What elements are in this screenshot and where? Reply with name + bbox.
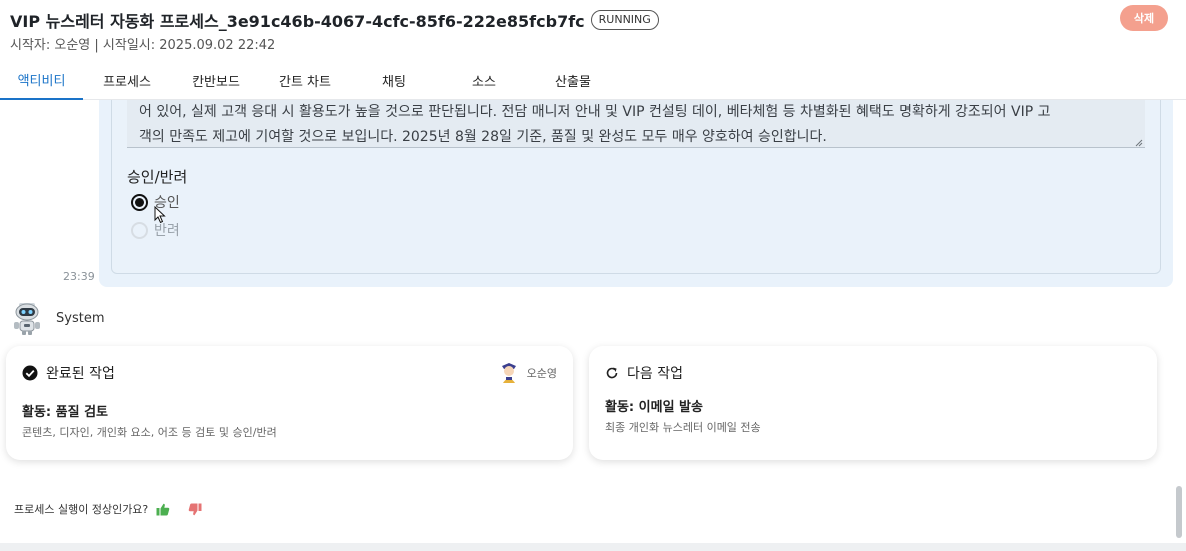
process-meta: 시작자: 오순영 | 시작일시: 2025.09.02 22:42 (10, 38, 276, 53)
robot-avatar-icon (14, 303, 40, 335)
tab-gantt[interactable]: 간트 차트 (261, 60, 349, 100)
assignee-name: 오순영 (526, 367, 557, 380)
tab-chat[interactable]: 채팅 (349, 60, 439, 100)
tab-output[interactable]: 산출물 (529, 60, 617, 100)
radio-checked-icon[interactable] (131, 193, 148, 211)
next-task-card: 다음 작업 활동: 이메일 발송 최종 개인화 뉴스레터 이메일 전송 (589, 346, 1157, 460)
tab-process[interactable]: 프로세스 (83, 60, 171, 100)
next-task-header: 다음 작업 (605, 363, 683, 383)
review-comment-textarea[interactable]: 어 있어, 실제 고객 응대 시 활용도가 높을 것으로 판단됩니다. 전담 매… (127, 96, 1145, 148)
tab-kanban[interactable]: 칸반보드 (171, 60, 261, 100)
next-task-title: 다음 작업 (627, 366, 683, 382)
feedback-question: 프로세스 실행이 정상인가요? (14, 503, 149, 516)
message-timestamp: 23:39 (63, 270, 95, 283)
next-task-activity: 활동: 이메일 발송 (605, 400, 703, 415)
refresh-icon (606, 367, 618, 379)
resize-handle-icon[interactable] (1135, 139, 1143, 147)
completed-task-description: 콘텐츠, 디자인, 개인화 요소, 어조 등 검토 및 승인/반려 (22, 426, 277, 439)
system-sender: System (10, 300, 104, 336)
assignee: 오순영 (499, 362, 557, 384)
process-page: 어 있어, 실제 고객 응대 시 활용도가 높을 것으로 판단됩니다. 전담 매… (0, 0, 1186, 551)
title-row: VIP 뉴스레터 자동화 프로세스_3e91c46b-4067-4cfc-85f… (10, 8, 659, 32)
radio-unchecked-icon[interactable] (131, 221, 148, 239)
delete-button[interactable]: 삭제 (1120, 5, 1168, 31)
completed-task-card: 완료된 작업 오순영 활동: 품질 검토 콘텐츠, 디자인, 개인화 요소, 어… (6, 346, 573, 460)
tab-bar: 액티비티 프로세스 칸반보드 간트 차트 채팅 소스 산출물 (0, 60, 617, 100)
mouse-pointer-icon (154, 206, 166, 224)
thumbs-down-icon[interactable] (188, 503, 202, 516)
system-name: System (56, 310, 105, 326)
review-text-line-2: 객의 만족도 제고에 기여할 것으로 보입니다. 2025년 8월 28일 기준… (139, 129, 827, 145)
tab-source[interactable]: 소스 (439, 60, 529, 100)
page-title: VIP 뉴스레터 자동화 프로세스_3e91c46b-4067-4cfc-85f… (10, 12, 585, 31)
scrollbar-thumb[interactable] (1176, 486, 1182, 538)
completed-task-title: 완료된 작업 (46, 366, 115, 382)
check-circle-icon (22, 365, 38, 381)
status-badge: RUNNING (590, 10, 659, 30)
review-text-line-1: 어 있어, 실제 고객 응대 시 활용도가 높을 것으로 판단됩니다. 전담 매… (139, 104, 1051, 120)
tab-activity[interactable]: 액티비티 (0, 60, 83, 100)
completed-task-activity: 활동: 품질 검토 (22, 405, 109, 420)
bottom-edge (0, 543, 1186, 551)
thumbs-up-icon[interactable] (156, 503, 170, 516)
decision-label: 승인/반려 (127, 168, 188, 186)
feedback-row: 프로세스 실행이 정상인가요? (14, 501, 202, 517)
next-task-description: 최종 개인화 뉴스레터 이메일 전송 (605, 421, 761, 434)
page-header: VIP 뉴스레터 자동화 프로세스_3e91c46b-4067-4cfc-85f… (0, 0, 1186, 100)
completed-task-header: 완료된 작업 (22, 363, 115, 383)
user-avatar-icon (501, 363, 516, 383)
